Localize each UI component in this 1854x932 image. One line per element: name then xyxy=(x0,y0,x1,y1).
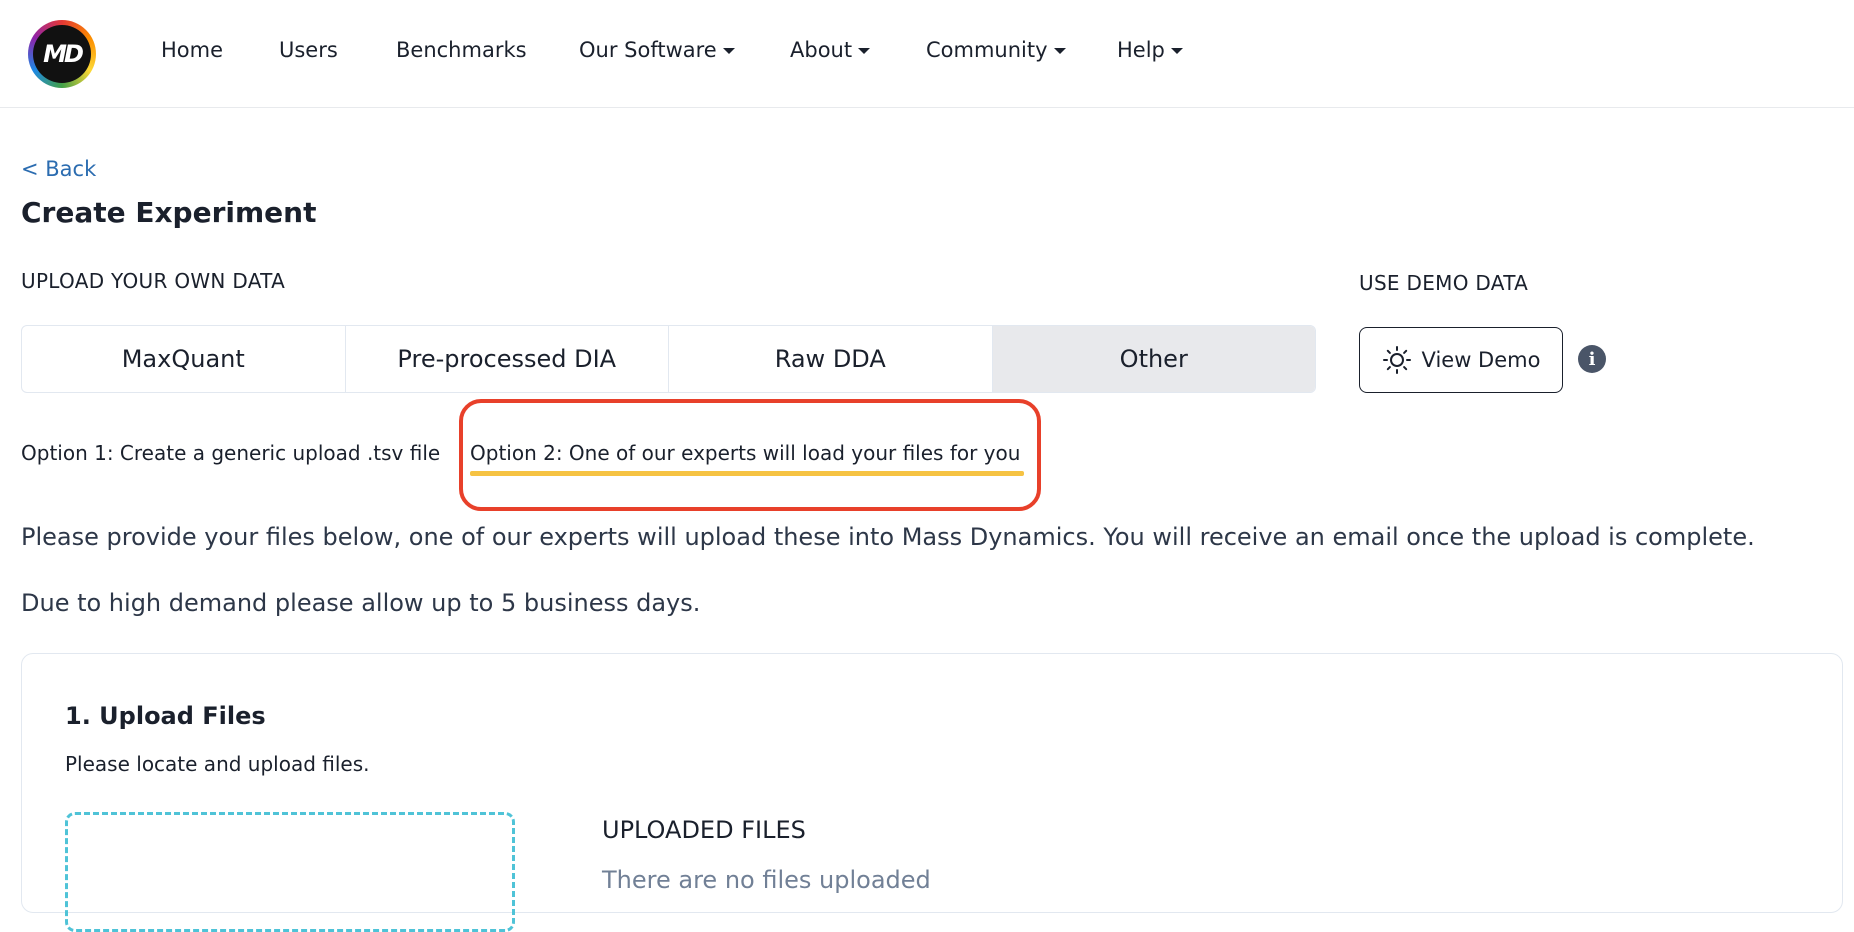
back-link[interactable]: < Back xyxy=(21,157,96,181)
logo-text: MD xyxy=(33,25,91,83)
nav-item-benchmarks[interactable]: Benchmarks xyxy=(396,38,527,62)
view-demo-label: View Demo xyxy=(1421,348,1541,372)
nav-item-community[interactable]: Community xyxy=(926,38,1066,62)
sun-icon xyxy=(1382,346,1411,374)
chevron-down-icon xyxy=(858,48,871,54)
tab-pre-processed-dia[interactable]: Pre-processed DIA xyxy=(346,326,669,392)
file-dropzone[interactable] xyxy=(65,812,515,932)
upload-files-card: 1. Upload Files Please locate and upload… xyxy=(21,653,1843,932)
view-demo-button[interactable]: View Demo xyxy=(1359,327,1563,393)
mass-dynamics-logo[interactable]: MD xyxy=(28,20,96,88)
info-icon[interactable]: i xyxy=(1578,345,1606,373)
nav-item-help[interactable]: Help xyxy=(1117,38,1183,62)
page-title: Create Experiment xyxy=(21,196,317,229)
nav-item-users[interactable]: Users xyxy=(279,38,338,62)
nav-item-label: Our Software xyxy=(579,38,717,62)
chevron-down-icon xyxy=(722,48,735,54)
demand-notice: Due to high demand please allow up to 5 … xyxy=(21,589,701,617)
nav-item-about[interactable]: About xyxy=(790,38,871,62)
nav-item-label: About xyxy=(790,38,853,62)
uploaded-files-label: UPLOADED FILES xyxy=(602,816,806,844)
nav-item-label: Home xyxy=(161,38,224,62)
upload-files-title: 1. Upload Files xyxy=(65,702,266,730)
tab-other[interactable]: Other xyxy=(992,326,1315,392)
tab-raw-dda[interactable]: Raw DDA xyxy=(669,326,993,392)
no-files-message: There are no files uploaded xyxy=(602,866,931,894)
demo-section-label: USE DEMO DATA xyxy=(1359,271,1529,295)
chevron-down-icon xyxy=(1053,48,1066,54)
tab-maxquant[interactable]: MaxQuant xyxy=(22,326,346,392)
nav-item-home[interactable]: Home xyxy=(161,38,223,62)
nav-item-label: Benchmarks xyxy=(396,38,527,62)
option-1-tab[interactable]: Option 1: Create a generic upload .tsv f… xyxy=(21,441,440,465)
instruction-text: Please provide your files below, one of … xyxy=(21,523,1755,551)
upload-files-subtitle: Please locate and upload files. xyxy=(65,752,370,776)
upload-section-label: UPLOAD YOUR OWN DATA xyxy=(21,269,286,293)
chevron-down-icon xyxy=(1170,48,1183,54)
nav-item-label: Users xyxy=(279,38,338,62)
nav-item-label: Community xyxy=(926,38,1048,62)
top-navigation: MD Home Users Benchmarks Our Software Ab… xyxy=(0,0,1854,108)
nav-item-label: Help xyxy=(1117,38,1165,62)
upload-type-tabs: MaxQuant Pre-processed DIA Raw DDA Other xyxy=(21,325,1316,393)
nav-item-our-software[interactable]: Our Software xyxy=(579,38,735,62)
highlight-annotation xyxy=(459,399,1041,511)
